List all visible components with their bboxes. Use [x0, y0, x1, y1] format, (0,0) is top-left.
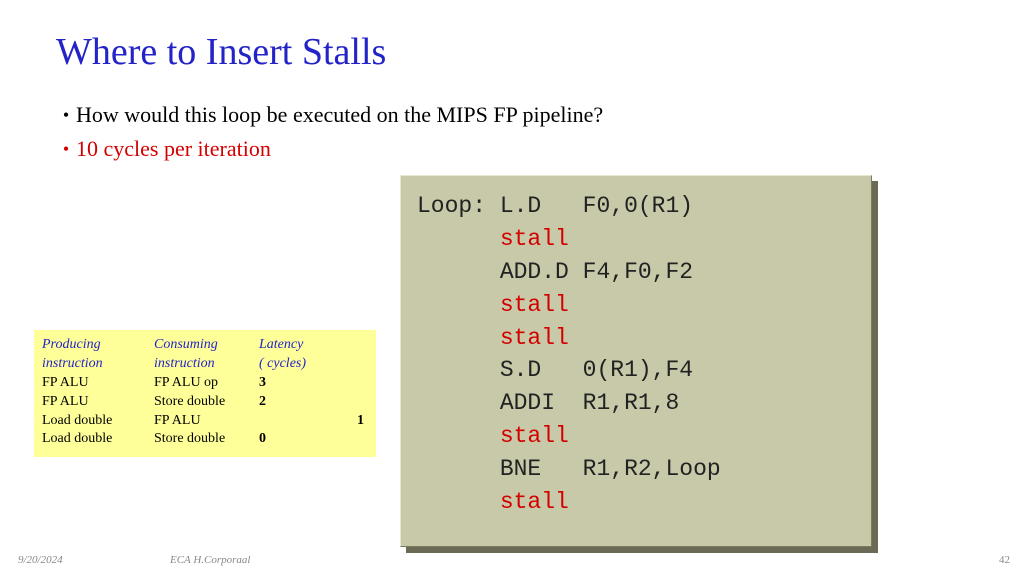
slide-title: Where to Insert Stalls: [56, 30, 968, 74]
td-consuming: Store double: [154, 430, 259, 449]
table-row: FP ALU Store double 2: [42, 393, 368, 412]
code-line: Loop: L.D F0,0(R1): [417, 190, 855, 223]
td-latency: 2: [259, 393, 319, 412]
td-latency: 3: [259, 374, 319, 393]
th-consuming: Consuming: [154, 336, 259, 355]
th-producing: Producing: [42, 336, 154, 355]
code-line: ADDI R1,R1,8: [417, 387, 855, 420]
latency-table: Producing Consuming Latency instruction …: [34, 330, 376, 457]
code-body: Loop: L.D F0,0(R1) stall ADD.D F4,F0,F2 …: [400, 175, 872, 547]
footer-page: 42: [999, 554, 1010, 566]
td-consuming: Store double: [154, 393, 259, 412]
slide: Where to Insert Stalls • How would this …: [0, 0, 1024, 576]
code-line: stall: [417, 289, 855, 322]
code-line: BNE R1,R2,Loop: [417, 453, 855, 486]
th-consuming2: instruction: [154, 355, 259, 374]
code-block: Loop: L.D F0,0(R1) stall ADD.D F4,F0,F2 …: [400, 175, 872, 547]
bullet-item: • How would this loop be executed on the…: [56, 100, 968, 130]
td-latency: 0: [259, 430, 319, 449]
td-latency: 1: [259, 412, 368, 431]
th-producing2: instruction: [42, 355, 154, 374]
td-consuming: FP ALU op: [154, 374, 259, 393]
td-producing: Load double: [42, 430, 154, 449]
bullet-dot: •: [56, 134, 76, 161]
footer: 9/20/2024 ECA H.Corporaal 42: [0, 554, 1024, 570]
code-line: stall: [417, 322, 855, 355]
table-header-row: instruction instruction ( cycles): [42, 355, 368, 374]
table-row: Load double Store double 0: [42, 430, 368, 449]
table-row: FP ALU FP ALU op 3: [42, 374, 368, 393]
code-line: S.D 0(R1),F4: [417, 354, 855, 387]
bullet-text: 10 cycles per iteration: [76, 134, 271, 164]
footer-source: ECA H.Corporaal: [170, 554, 250, 566]
code-line: ADD.D F4,F0,F2: [417, 256, 855, 289]
td-consuming: FP ALU: [154, 412, 259, 431]
th-latency2: ( cycles): [259, 355, 319, 374]
bullet-item: • 10 cycles per iteration: [56, 134, 968, 164]
table-row: Load double FP ALU 1: [42, 412, 368, 431]
footer-date: 9/20/2024: [18, 554, 63, 566]
td-producing: FP ALU: [42, 374, 154, 393]
code-line: stall: [417, 486, 855, 519]
td-producing: FP ALU: [42, 393, 154, 412]
bullet-dot: •: [56, 100, 76, 127]
code-line: stall: [417, 223, 855, 256]
table-header-row: Producing Consuming Latency: [42, 336, 368, 355]
bullet-list: • How would this loop be executed on the…: [56, 100, 968, 163]
code-line: stall: [417, 420, 855, 453]
th-latency: Latency: [259, 336, 319, 355]
td-producing: Load double: [42, 412, 154, 431]
bullet-text: How would this loop be executed on the M…: [76, 100, 603, 130]
